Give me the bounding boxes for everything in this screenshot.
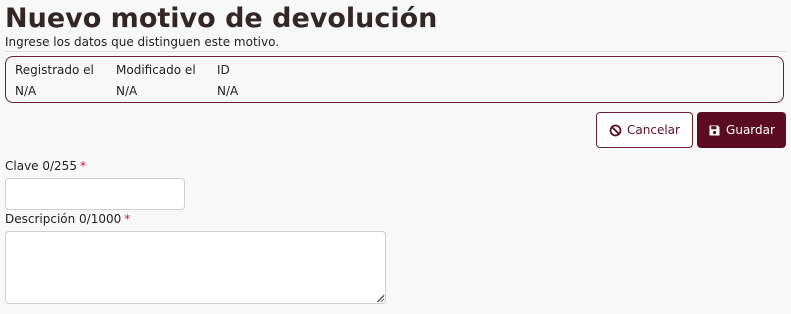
modified-at-group: Modificado el N/A [116,63,212,98]
clave-label-text: Clave 0/255 [5,159,77,173]
clave-required-marker: * [79,159,86,173]
descripcion-label-text: Descripción 0/1000 [5,212,122,226]
created-at-group: Registrado el N/A [15,63,111,98]
page-subtitle: Ingrese los datos que distinguen este mo… [5,35,280,49]
created-at-value: N/A [15,84,37,98]
descripcion-textarea[interactable] [5,231,386,304]
ban-icon [609,124,622,137]
cancel-button-label: Cancelar [627,123,680,137]
created-at-label: Registrado el [15,63,94,77]
save-button[interactable]: Guardar [697,112,786,148]
page-title: Nuevo motivo de devolución [5,3,438,34]
id-value: N/A [217,84,239,98]
modified-at-label: Modificado el [116,63,196,77]
save-icon [708,124,721,137]
descripcion-required-marker: * [124,212,131,226]
modified-at-value: N/A [116,84,138,98]
new-return-reason-page: Nuevo motivo de devolución Ingrese los d… [0,0,791,314]
cancel-button[interactable]: Cancelar [596,112,693,148]
id-group: ID N/A [217,63,313,98]
descripcion-field-label: Descripción 0/1000 * [5,212,130,226]
clave-field-label: Clave 0/255 * [5,159,86,173]
save-button-label: Guardar [726,123,775,137]
id-label: ID [217,63,230,77]
record-metadata-panel: Registrado el N/A Modificado el N/A ID N… [5,56,784,103]
clave-input[interactable] [5,178,185,210]
header-divider [5,51,786,52]
